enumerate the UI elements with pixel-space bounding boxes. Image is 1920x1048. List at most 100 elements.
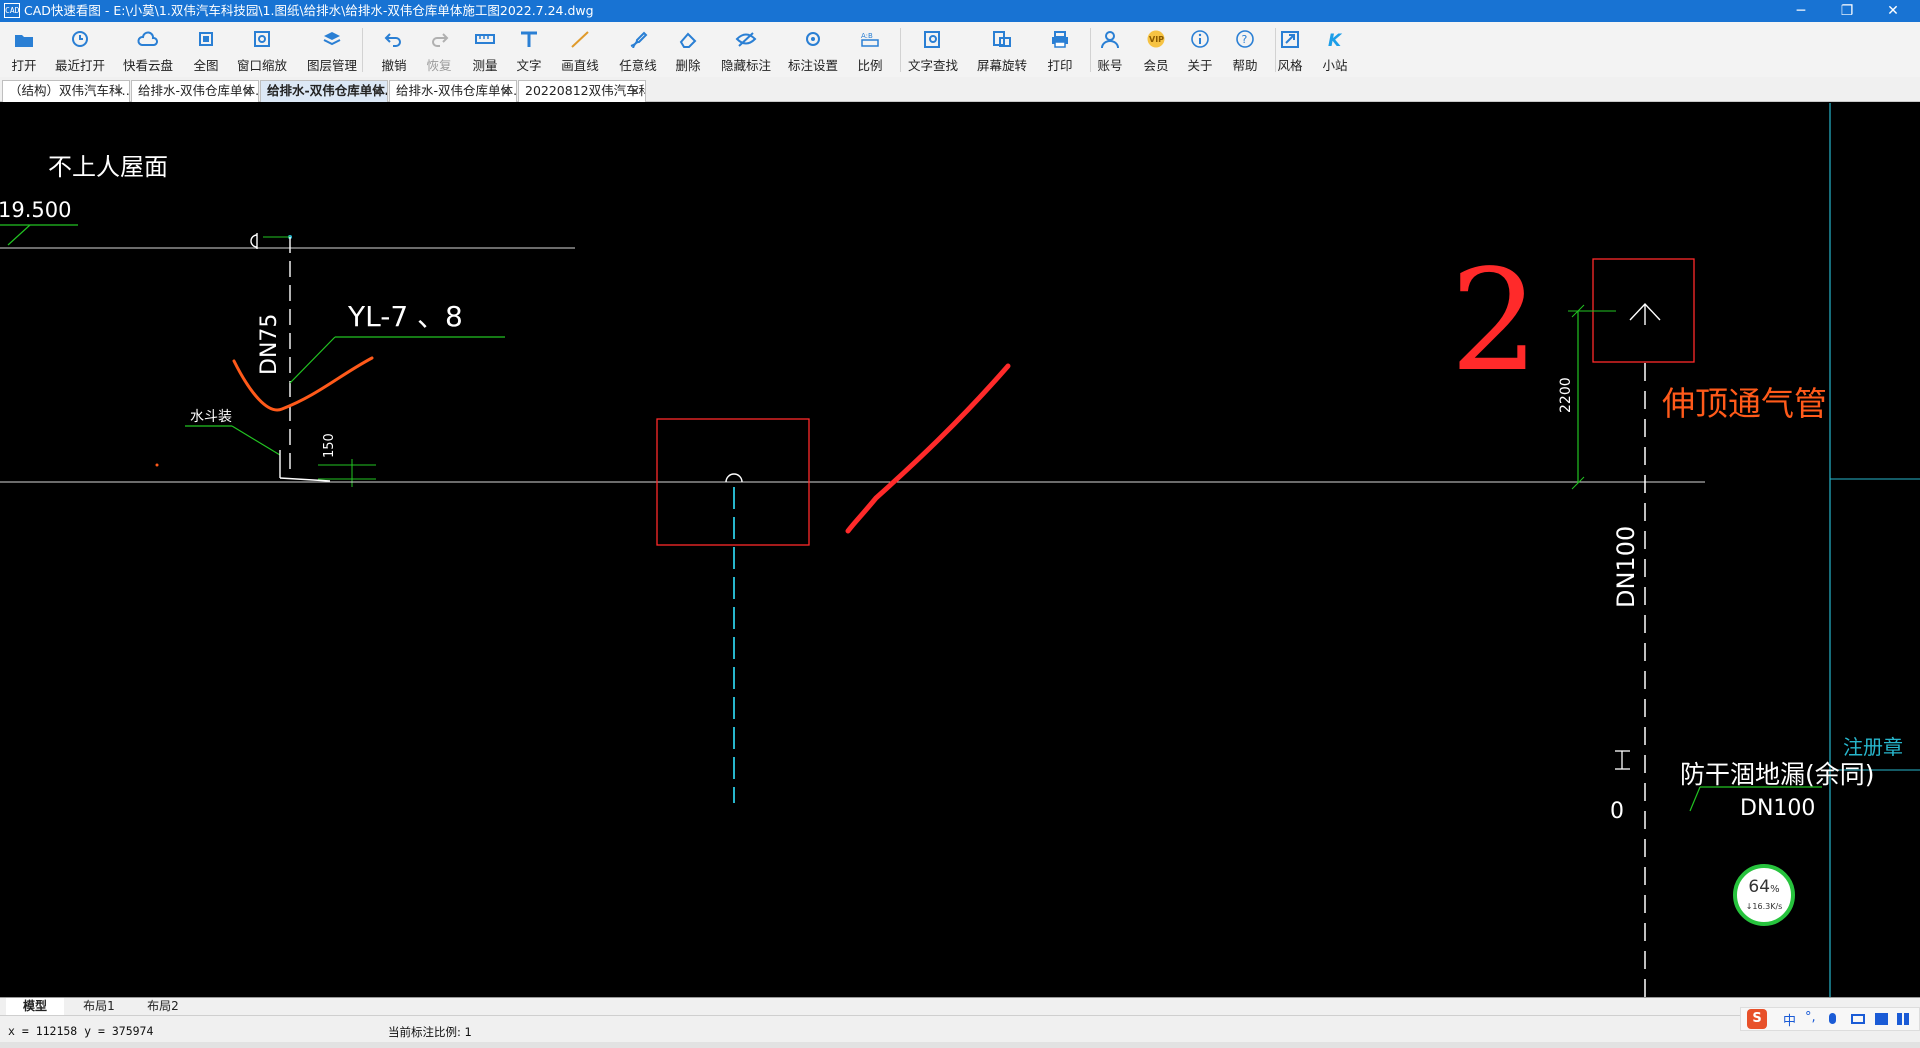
markup-dot (155, 463, 159, 467)
eraser-icon (679, 32, 697, 48)
elevation-label: 19.500 (0, 198, 71, 222)
keyboard-icon[interactable] (1851, 1014, 1865, 1024)
toolbar-label: 打开 (11, 58, 37, 73)
close-button[interactable]: ✕ (1870, 0, 1916, 22)
toolbar-fullview-button[interactable]: 全图 (193, 22, 219, 77)
title-bar: CAD CAD快速看图 - E:\小莫\1.双伟汽车科技园\1.图纸\给排水\给… (0, 0, 1920, 22)
toolbar-freehand-button[interactable]: 任意线 (619, 22, 657, 77)
toolbar-scale-button[interactable]: A:B 比例 (857, 22, 882, 77)
cloud-icon (137, 31, 158, 46)
network-speed-widget[interactable]: 64% ↓16.3K/s (1733, 864, 1795, 926)
tab-close-icon[interactable]: ✕ (114, 81, 124, 101)
grid-menu-icon[interactable] (1897, 1013, 1909, 1025)
window-title: CAD快速看图 - E:\小莫\1.双伟汽车科技园\1.图纸\给排水\给排水-双… (24, 3, 594, 18)
minimize-button[interactable]: ─ (1778, 0, 1824, 22)
toolbar-label: 屏幕旋转 (976, 58, 1027, 73)
dim-150-label: 150 (322, 433, 337, 458)
fixture-leader-diag (231, 425, 281, 456)
toolbar-about-button[interactable]: 关于 (1187, 22, 1213, 77)
tab-close-icon[interactable]: ✕ (630, 81, 640, 101)
floor-drain-label: 防干涸地漏(余同) (1680, 760, 1875, 789)
toolbar-help-button[interactable]: ? 帮助 (1232, 22, 1258, 77)
toolbar-line-button[interactable]: 画直线 (561, 22, 599, 77)
help-icon: ? (1236, 30, 1254, 48)
info-icon (1191, 30, 1209, 48)
microphone-icon[interactable] (1829, 1013, 1836, 1024)
toolbar-label: 全图 (193, 58, 219, 73)
toolbar-label: 画直线 (561, 58, 599, 73)
layout-tab[interactable]: 模型 (6, 998, 64, 1015)
toolbar-zoomwin-button[interactable]: 窗口缩放 (237, 22, 287, 77)
folder-open-icon (15, 35, 33, 47)
toolbar-separator (900, 28, 901, 72)
document-tab[interactable]: 给排水-双伟仓库单体… ✕ (131, 80, 259, 102)
tab-close-icon[interactable]: ✕ (372, 81, 382, 101)
toolbar-rotate-button[interactable]: 屏幕旋转 (977, 22, 1027, 77)
speed-unit: % (1770, 884, 1780, 895)
layout-tab[interactable]: 布局1 (70, 998, 128, 1015)
toolbar-label: 窗口缩放 (236, 58, 287, 73)
toolbar-erase-button[interactable]: 删除 (675, 22, 701, 77)
vent-label: 伸顶通气管 (1662, 384, 1827, 423)
printer-icon (1052, 31, 1068, 48)
ime-punct-toggle[interactable]: °, (1805, 1010, 1816, 1025)
vip-icon: VIP (1147, 30, 1165, 48)
document-tab[interactable]: 给排水-双伟仓库单体… ✕ (260, 80, 388, 102)
dim-2200-label: 2200 (1558, 377, 1574, 413)
ime-lang-toggle[interactable]: 中 (1783, 1010, 1796, 1029)
drawing-canvas[interactable]: 0 不上人屋面 19.500 DN75 YL-7 、8 水斗装 150 2200… (0, 103, 1920, 997)
toolbar-undo-button[interactable]: 撤销 (381, 22, 407, 77)
toolbar-style-button[interactable]: 风格 (1277, 22, 1303, 77)
annotation-settings-icon (806, 32, 820, 46)
document-tab[interactable]: （结构）双伟汽车科… ✕ (2, 80, 130, 102)
toolbar-hide-button[interactable]: 隐藏标注 (721, 22, 771, 77)
toolbar-label: 隐藏标注 (720, 58, 771, 73)
toolbar: 打开 最近打开 快看云盘 全图 窗口缩放 图层管理 撤销 恢复 测量 文字画直线 任意线 删除 隐藏标注… (0, 22, 1920, 77)
rotate-screen-icon (993, 31, 1011, 47)
markup-number-2: 2 (1450, 240, 1539, 403)
main-pipe-label: DN100 (1612, 526, 1640, 608)
user-icon (1101, 31, 1119, 48)
status-bar: x = 112158 y = 375974 当前标注比例: 1 (0, 1015, 1920, 1048)
maximize-button[interactable]: ❐ (1824, 0, 1870, 22)
eye-hide-icon (735, 32, 757, 47)
stamp-label: 注册章 (1843, 735, 1903, 759)
status-strip (0, 1042, 1920, 1048)
layout-tab[interactable]: 布局2 (134, 998, 192, 1015)
toolbar-measure-button[interactable]: 测量 (472, 22, 498, 77)
toolbar-text-button[interactable]: 文字 (516, 22, 542, 77)
pipe-id-label: YL-7 、8 (347, 300, 463, 333)
toolbar-site-button[interactable]: K 小站 (1322, 22, 1347, 77)
toolbar-layers-button[interactable]: 图层管理 (307, 22, 357, 77)
toolbar-annoset-button[interactable]: 标注设置 (788, 22, 838, 77)
toolbar-cloud-button[interactable]: 快看云盘 (123, 22, 173, 77)
tab-label: 给排水-双伟仓库单体… (138, 83, 259, 98)
toolbar-redo-button[interactable]: 恢复 (426, 22, 452, 77)
cursor-coordinates: x = 112158 y = 375974 (8, 1024, 154, 1038)
speed-rate: ↓16.3K/s (1745, 902, 1783, 911)
text-search-icon (924, 31, 940, 48)
tab-close-icon[interactable]: ✕ (501, 81, 511, 101)
svg-text:K: K (1328, 31, 1343, 48)
skin-shirt-icon[interactable] (1875, 1013, 1888, 1025)
clock-icon (72, 31, 88, 47)
document-tab-bar: （结构）双伟汽车科… ✕ 给排水-双伟仓库单体… ✕ 给排水-双伟仓库单体… ✕ 给排水-双… (0, 77, 1920, 102)
toolbar-recent-button[interactable]: 最近打开 (55, 22, 105, 77)
toolbar-label: 快看云盘 (122, 58, 173, 73)
text-icon (521, 31, 537, 47)
document-tab[interactable]: 20220812双伟汽车科…✕ (518, 80, 646, 102)
tab-close-icon[interactable]: ✕ (243, 81, 253, 101)
fixture-note: 水斗装 (190, 409, 232, 425)
floor-drain-size: DN100 (1740, 796, 1815, 821)
document-tab[interactable]: 给排水-双伟仓库单体… ✕ (389, 80, 517, 102)
toolbar-open-button[interactable]: 打开 (11, 22, 37, 77)
toolbar-vip-button[interactable]: VIP 会员 (1143, 22, 1169, 77)
vent-cap-symbol (725, 473, 743, 483)
toolbar-account-button[interactable]: 账号 (1097, 22, 1123, 77)
sogou-logo-icon[interactable]: S (1747, 1009, 1767, 1029)
ime-toolbar[interactable]: S 中 °, (1740, 1007, 1920, 1031)
toolbar-findtext-button[interactable]: 文字查找 (908, 22, 958, 77)
k-site-icon: K (1328, 31, 1343, 48)
toolbar-label: 小站 (1322, 58, 1348, 73)
toolbar-print-button[interactable]: 打印 (1047, 22, 1073, 77)
